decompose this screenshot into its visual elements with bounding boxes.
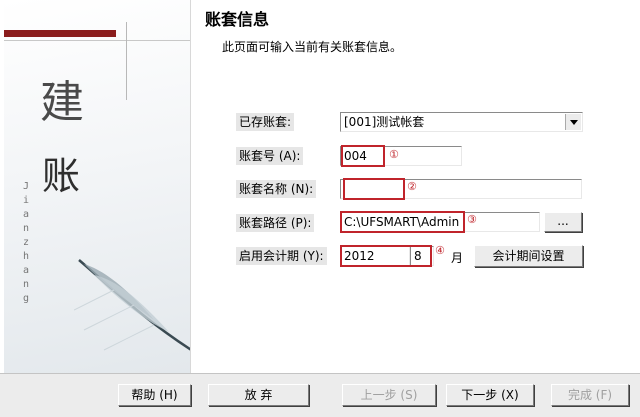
annotation-box bbox=[340, 245, 432, 267]
red-banner-bar bbox=[4, 30, 116, 37]
art-vertical-text: Jianzhang bbox=[22, 181, 30, 304]
annotation-marker-2: ② bbox=[407, 180, 417, 193]
next-button[interactable]: 下一步 (X) bbox=[446, 384, 534, 406]
divider bbox=[126, 22, 127, 100]
annotation-marker-3: ③ bbox=[467, 213, 477, 226]
page-title: 账套信息 bbox=[205, 10, 270, 29]
wizard-footer: 帮助 (H) 放 弃 上一步 (S) 下一步 (X) 完成 (F) bbox=[0, 373, 640, 417]
annotation-marker-1: ① bbox=[389, 148, 399, 161]
existing-account-value: [001]测试帐套 bbox=[344, 115, 425, 129]
account-setup-wizard: 建 账 Jianzhang 账套信息 此页面可输入当前有关账套信息。 已存账套:… bbox=[0, 0, 640, 417]
page-subtitle: 此页面可输入当前有关账套信息。 bbox=[222, 40, 403, 54]
annotation-box bbox=[343, 178, 405, 200]
art-character-bottom: 账 bbox=[42, 154, 81, 198]
feather-illustration-icon bbox=[74, 259, 190, 351]
existing-account-label: 已存账套: bbox=[236, 113, 295, 131]
divider bbox=[4, 40, 190, 41]
abandon-button[interactable]: 放 弃 bbox=[208, 384, 309, 406]
month-unit-label: 月 bbox=[451, 251, 464, 265]
decorative-art-panel: 建 账 Jianzhang bbox=[4, 0, 191, 373]
period-settings-button[interactable]: 会计期间设置 bbox=[474, 245, 583, 267]
account-number-label: 账套号 (A): bbox=[236, 147, 304, 165]
account-path-label: 账套路径 (P): bbox=[236, 214, 315, 232]
annotation-box bbox=[340, 211, 465, 233]
chevron-down-icon[interactable] bbox=[565, 114, 581, 130]
art-character-top: 建 bbox=[40, 77, 84, 128]
annotation-marker-4: ④ bbox=[435, 244, 445, 257]
annotation-box bbox=[341, 145, 385, 167]
help-button[interactable]: 帮助 (H) bbox=[118, 384, 191, 406]
previous-button[interactable]: 上一步 (S) bbox=[342, 384, 436, 406]
start-period-label: 启用会计期 (Y): bbox=[236, 247, 327, 265]
finish-button[interactable]: 完成 (F) bbox=[551, 384, 629, 406]
existing-account-select[interactable]: [001]测试帐套 bbox=[340, 112, 583, 132]
browse-button[interactable]: ... bbox=[544, 212, 582, 232]
account-name-label: 账套名称 (N): bbox=[236, 180, 317, 198]
